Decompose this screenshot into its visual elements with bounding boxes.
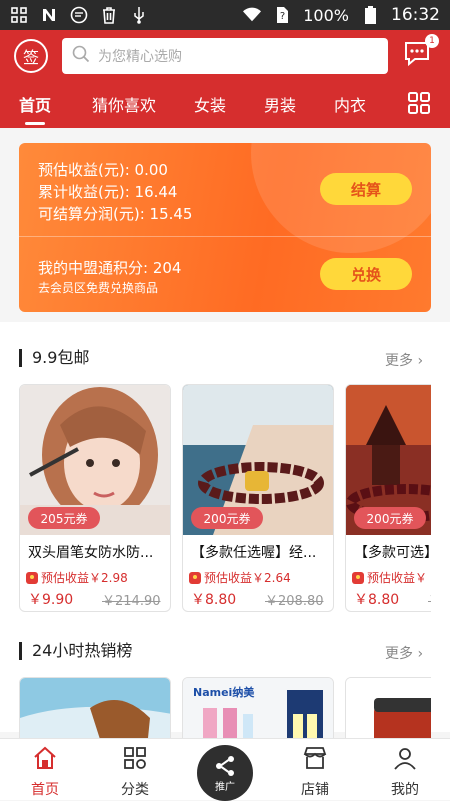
product-carousel-9-9[interactable]: 205元券 双头眉笔女防水防... 预估收益￥2.98 ￥9.90 ￥214.9… (19, 384, 431, 614)
tab-women[interactable]: 女装 (194, 92, 226, 116)
store-icon (303, 747, 327, 769)
points-balance: 我的中盟通积分: 204 (38, 259, 182, 277)
product-card[interactable]: 200元券 【多款可选】 预估收益￥ ￥8.80 ￥ (345, 384, 431, 612)
settleable-profit: 可结算分润(元): 15.45 (38, 205, 193, 223)
nav-home[interactable]: 首页 (15, 745, 75, 799)
grid-icon (408, 92, 430, 114)
more-link-9-9[interactable]: 更多 › (385, 350, 423, 370)
tab-men[interactable]: 男装 (264, 92, 296, 116)
bottom-navigation: 首页 分类 推广 店铺 我的 (0, 738, 450, 801)
red-envelope-icon (26, 571, 38, 584)
original-price: ￥ (428, 590, 431, 609)
product-carousel-bestsellers[interactable]: Namei纳美 (19, 677, 431, 738)
search-placeholder: 为您精心选购 (98, 49, 182, 65)
section-title-24h-bestsellers: 24小时热销榜 (19, 642, 132, 660)
product-name: 【多款任选喔】经... (191, 545, 317, 561)
more-link-bestsellers[interactable]: 更多 › (385, 643, 423, 663)
product-name: 双头眉笔女防水防... (28, 545, 154, 561)
product-card[interactable] (345, 677, 431, 738)
divider (19, 236, 431, 237)
estimated-earning: 预估收益￥ (352, 569, 427, 586)
sign-in-button[interactable]: 签 (14, 39, 48, 73)
red-envelope-icon (189, 571, 201, 584)
product-image (20, 678, 170, 738)
wifi-icon (243, 6, 262, 24)
product-card[interactable]: 205元券 双头眉笔女防水防... 预估收益￥2.98 ￥9.90 ￥214.9… (19, 384, 171, 612)
nav-category[interactable]: 分类 (105, 745, 165, 799)
product-card[interactable] (19, 677, 171, 738)
svg-text:?: ? (280, 11, 285, 22)
tab-underwear[interactable]: 内衣 (334, 92, 366, 116)
settle-button[interactable]: 结算 (320, 173, 412, 205)
tab-home[interactable]: 首页 (19, 92, 51, 116)
chat-bubble-icon (70, 6, 88, 24)
usb-icon (130, 6, 148, 24)
user-icon (394, 748, 416, 770)
promote-button[interactable]: 推广 (197, 745, 253, 801)
battery-icon (361, 6, 379, 24)
brand-text: Namei纳美 (193, 686, 255, 699)
trash-icon (100, 6, 118, 24)
red-envelope-icon (352, 571, 364, 584)
product-price: ￥9.90 (28, 592, 74, 608)
sim-unknown-icon: ? (273, 6, 291, 24)
all-categories-button[interactable] (408, 92, 430, 114)
chevron-right-icon: › (417, 353, 424, 369)
earnings-card: 预估收益(元): 0.00 累计收益(元): 16.44 可结算分润(元): 1… (19, 143, 431, 312)
original-price: ￥208.80 (265, 594, 324, 609)
points-hint: 去会员区免费兑换商品 (38, 281, 159, 295)
chevron-right-icon: › (417, 646, 424, 662)
coupon-badge: 205元券 (28, 507, 100, 529)
product-card[interactable]: Namei纳美 (182, 677, 334, 738)
product-image (346, 678, 431, 738)
estimated-earning: 预估收益￥2.64 (189, 569, 291, 586)
product-price: ￥8.80 (354, 592, 400, 608)
section-title-9-9: 9.9包邮 (19, 349, 89, 367)
top-header: 签 为您精心选购 1 首页 猜你喜欢 女装 男装 内衣 (0, 30, 450, 128)
coupon-badge: 200元券 (354, 507, 426, 529)
category-icon (124, 747, 146, 769)
nav-mine[interactable]: 我的 (375, 745, 435, 799)
product-card[interactable]: 200元券 【多款任选喔】经... 预估收益￥2.64 ￥8.80 ￥208.8… (182, 384, 334, 612)
home-icon (34, 746, 56, 769)
message-badge: 1 (425, 34, 439, 48)
status-bar: ? 100% 16:32 (0, 0, 450, 30)
battery-percent: 100% (303, 5, 349, 25)
search-icon (72, 45, 90, 67)
original-price: ￥214.90 (102, 594, 161, 609)
coupon-badge: 200元券 (191, 507, 263, 529)
estimated-earnings: 预估收益(元): 0.00 (38, 161, 168, 179)
clock: 16:32 (391, 5, 440, 25)
n-app-icon (40, 6, 58, 24)
estimated-earning: 预估收益￥2.98 (26, 569, 128, 586)
tab-guess-you-like[interactable]: 猜你喜欢 (92, 92, 156, 116)
share-icon (216, 755, 234, 776)
cumulative-earnings: 累计收益(元): 16.44 (38, 183, 178, 201)
product-price: ￥8.80 (191, 592, 237, 608)
product-name: 【多款可选】 (354, 545, 431, 561)
messages-button[interactable]: 1 (403, 34, 439, 72)
search-bar[interactable]: 为您精心选购 (62, 38, 388, 74)
exchange-button[interactable]: 兑换 (320, 258, 412, 290)
nav-store[interactable]: 店铺 (285, 745, 345, 799)
apps-grid-icon (10, 6, 28, 24)
